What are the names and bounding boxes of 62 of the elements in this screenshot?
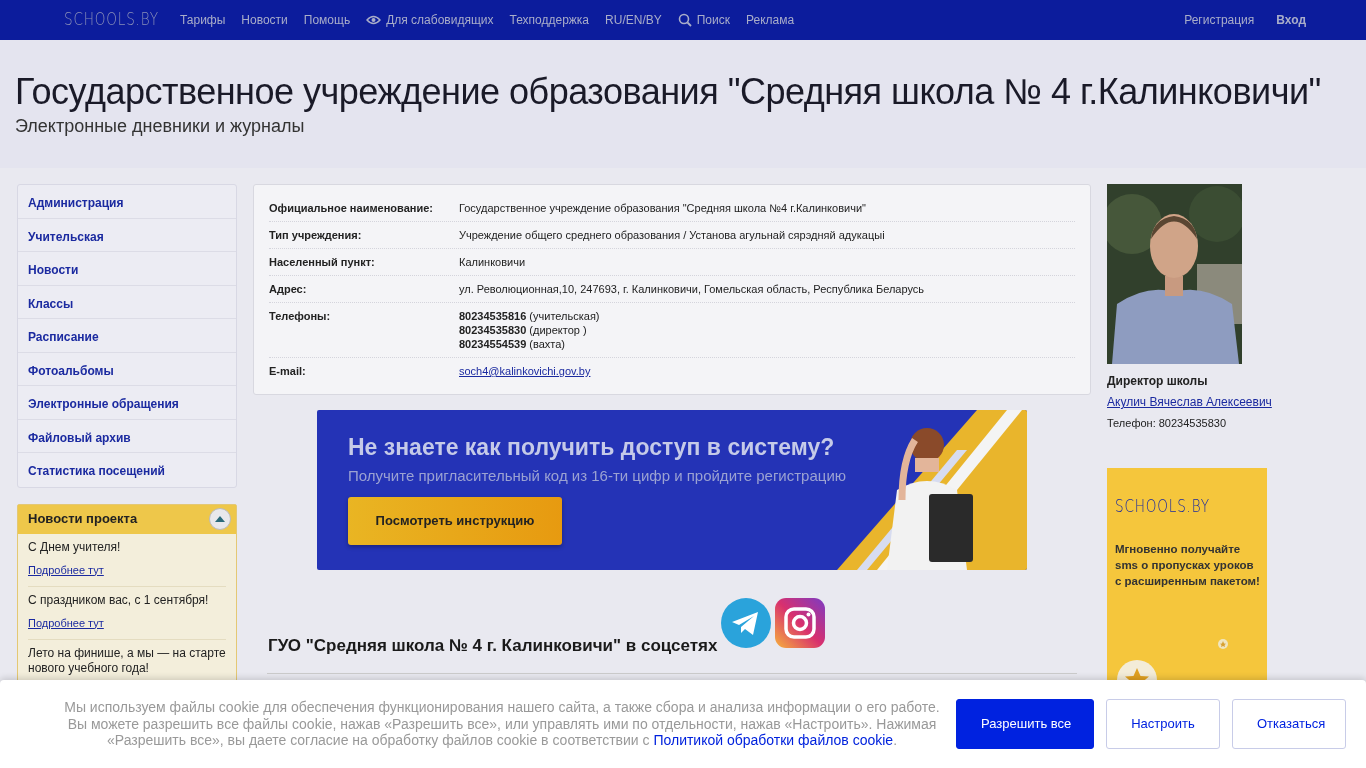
phone-line: 80234535830 (директор ) [459,323,588,337]
search-icon [677,13,692,27]
eye-icon [366,15,382,25]
field-label: Официальное наименование: [269,201,434,215]
field-value: Учреждение общего среднего образования / Установа агульнай сярэдняй адукацыі [459,228,885,242]
caret-up-icon [215,516,225,522]
nav-link[interactable]: Реклама [746,11,795,29]
phone-line: 80234554539 (вахта) [459,337,566,351]
field-label: Телефоны: [269,309,332,324]
instruction-button[interactable]: Посмотреть инструкцию [348,497,562,545]
field-value: ул. Революционная,10, 247693, г. Калинковичи, Гомельская область, Республика Беларусь [459,282,925,296]
field-label: E-mail: [269,364,307,378]
cookie-button[interactable]: Настроить [1106,699,1220,749]
social-heading: ГУО "Средняя школа № 4 г. Калинковичи" в соцсетях [268,635,718,656]
sidebar-item[interactable]: Новости [18,252,236,286]
nav-link[interactable]: Техподдержка [509,11,590,29]
field-label: Адрес: [269,282,308,296]
nav-link[interactable]: Поиск [677,11,730,29]
page-title: Государственное учреждение образования "Средняя школа № 4 г.Калинковичи" [15,70,1322,114]
director-phone: Телефон: 80234535830 [1107,416,1228,431]
cookie-button[interactable]: Разрешить все [956,699,1094,749]
email-link[interactable]: soch4@kalinkovichi.gov.by [459,365,591,377]
instagram-icon[interactable] [775,598,826,648]
page-subtitle: Электронные дневники и журналы [15,115,306,139]
news-title: С праздником вас, с 1 сентября! [28,592,210,608]
sidebar-item[interactable]: Администрация [18,185,236,219]
ad-text: Мгновенно получайте sms о пропусках уроков с расширенным пакетом! [1115,542,1261,589]
banner-heading: Не знаете как получить доступ в систему? [348,433,835,462]
sidebar-item[interactable]: Классы [18,285,236,319]
sidebar-item[interactable]: Электронные обращения [18,386,236,420]
cookie-button[interactable]: Отказаться [1232,699,1346,749]
nav-link[interactable]: Вход [1276,11,1306,29]
logo[interactable]: SCHOOLS.BY [64,7,164,33]
banner-subtitle: Получите пригласительный код из 16-ти цифр и пройдите регистрацию [348,466,847,486]
nav-link[interactable]: Для слабовидящих [366,11,494,29]
sidebar-item[interactable]: Статистика посещений [18,453,236,487]
news-title: Лето на финише, а мы — на старте нового учебного года! [28,645,226,676]
cookie-text: Мы используем файлы cookie для обеспечения функционирования нашего сайта, а также сбора и анализа информации о его работе. Вы можете разрешить все файлы cookie, нажав «Разрешить все», или управлять ими по отдельности, нажав «Настроить». Нажимая «Разрешить все», вы даете согласие на обработку файлов cookie в соответствии с Политикой обработки файлов cookie. [63,699,941,749]
panel-title: Новости проекта [28,510,138,529]
field-label: Тип учреждения: [269,228,363,242]
news-title: С Днем учителя! [28,539,122,555]
nav-link[interactable]: RU/EN/BY [605,11,662,29]
director-link[interactable]: Акулич Вячеслав Алексеевич [1107,393,1272,411]
field-label: Населенный пункт: [269,255,376,269]
field-value: Калинковичи [459,255,526,269]
field-value: Государственное учреждение образования "Средняя школа №4 г.Калинковичи" [459,201,866,215]
collapse-button[interactable] [209,508,231,530]
nav-link[interactable]: Тарифы [180,11,226,29]
ad-logo: SCHOOLS.BY [1115,494,1210,518]
read-more-link[interactable]: Подробнее тут [28,563,104,576]
nav-link[interactable]: Новости [241,11,288,29]
phone-line: 80234535816 (учительская) [459,309,600,323]
read-more-link[interactable]: Подробнее тут [28,616,104,629]
nav-link[interactable]: Помощь [303,11,351,29]
nav-link[interactable]: Регистрация [1184,11,1255,29]
cookie-policy-link[interactable]: Политикой обработки файлов cookie [653,732,894,749]
sidebar-item[interactable]: Расписание [18,319,236,353]
director-title: Директор школы [1107,373,1209,390]
sidebar-item[interactable]: Учительская [18,218,236,252]
sidebar-item[interactable]: Файловый архив [18,419,236,453]
sidebar-item[interactable]: Фотоальбомы [18,352,236,386]
telegram-icon[interactable] [721,598,772,648]
